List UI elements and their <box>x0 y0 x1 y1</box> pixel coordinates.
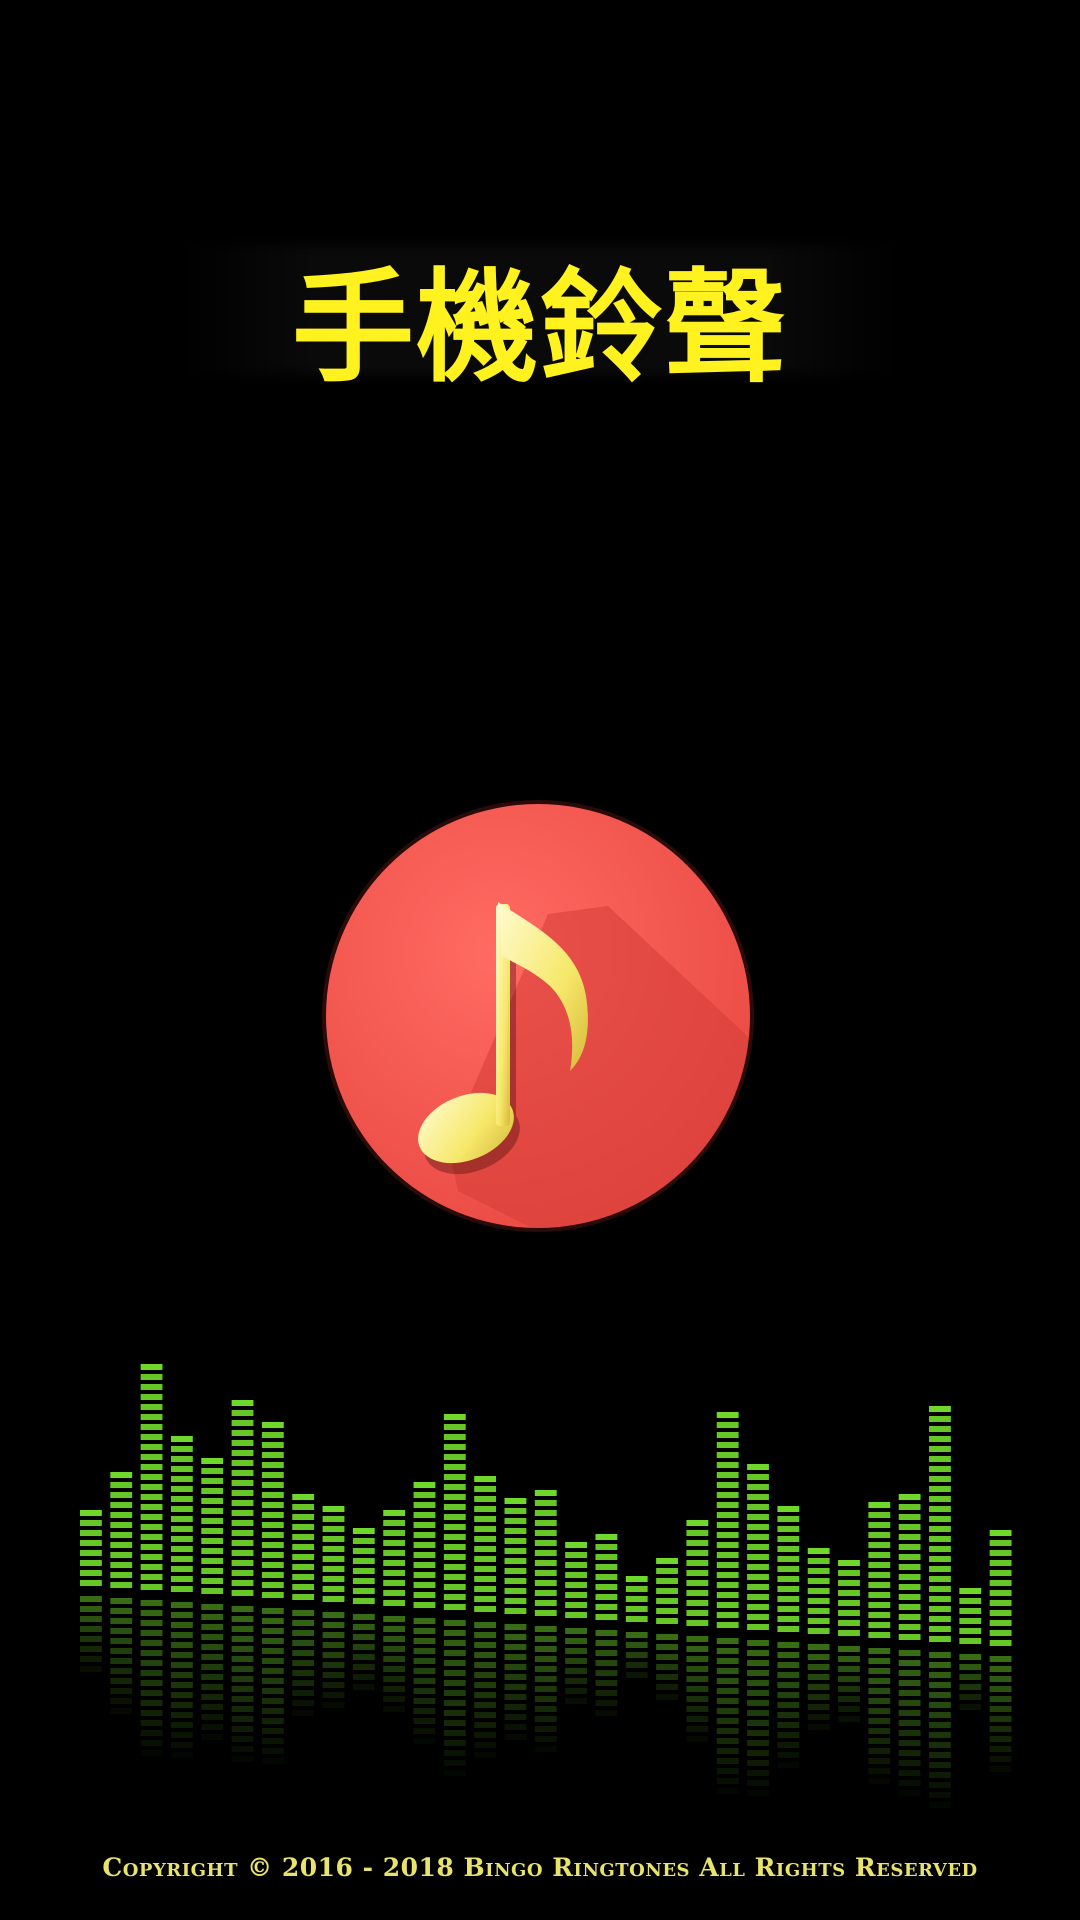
equalizer-bar-reflection <box>777 1642 800 1758</box>
equalizer-bar-reflection <box>747 1640 769 1786</box>
equalizer-bar <box>80 1510 102 1586</box>
equalizer-bar <box>443 1414 466 1610</box>
equalizer-bar-reflection <box>140 1600 163 1746</box>
equalizer-bar-reflection <box>807 1644 830 1730</box>
equalizer-bar <box>959 1588 982 1644</box>
equalizer-bar-reflection <box>504 1624 527 1740</box>
equalizer-bar-reflection <box>565 1628 587 1704</box>
equalizer-bar-reflection <box>352 1614 375 1690</box>
equalizer-bar <box>140 1364 163 1590</box>
equalizer-bars-icon <box>0 1340 1080 1860</box>
equalizer-bar-reflection <box>80 1596 102 1672</box>
equalizer-bar-reflection <box>868 1648 891 1774</box>
equalizer-bar <box>413 1482 436 1608</box>
equalizer-bar-reflection <box>383 1616 406 1712</box>
equalizer-bar-reflection <box>474 1622 497 1748</box>
equalizer-bar <box>352 1528 375 1604</box>
equalizer-bar-reflection <box>201 1604 224 1730</box>
equalizer-bar-reflection <box>929 1652 951 1798</box>
equalizer-bar <box>504 1498 527 1614</box>
equalizer-bar <box>838 1560 860 1636</box>
equalizer-bar <box>383 1510 406 1606</box>
equalizer-bar-reflection <box>170 1602 193 1748</box>
equalizer-bar <box>322 1506 345 1602</box>
equalizer-bar-reflection <box>838 1646 860 1722</box>
equalizer-bar <box>807 1548 830 1634</box>
equalizer-bar <box>686 1520 709 1626</box>
equalizer-bar <box>565 1542 587 1618</box>
equalizer-bar <box>261 1422 284 1598</box>
equalizer-bar-reflection <box>261 1608 284 1754</box>
equalizer-bar-reflection <box>898 1650 921 1786</box>
equalizer-bar <box>201 1458 224 1594</box>
equalizer-bar-reflection <box>959 1654 982 1710</box>
equalizer-bar <box>474 1476 497 1612</box>
equalizer-bar <box>747 1464 769 1630</box>
equalizer-bar-reflection <box>534 1626 557 1742</box>
equalizer-bar <box>170 1436 193 1592</box>
equalizer-bar-reflection <box>413 1618 436 1734</box>
equalizer-bar-reflection <box>625 1632 648 1678</box>
equalizer-bar <box>929 1406 951 1642</box>
equalizer-bar <box>716 1412 739 1628</box>
equalizer-bar <box>595 1534 618 1620</box>
equalizer-bar <box>777 1506 800 1632</box>
equalizer-bar <box>656 1558 678 1624</box>
equalizer-bar-reflection <box>110 1598 133 1714</box>
equalizer-bar <box>989 1530 1012 1646</box>
splash-screen: 手機鈴聲 Copyright © 2016 - 2018 Bingo Ringt… <box>0 0 1080 1920</box>
music-note-icon <box>318 796 758 1236</box>
equalizer-bar <box>534 1490 557 1616</box>
equalizer-bar-reflection <box>686 1636 709 1742</box>
equalizer-bar <box>625 1576 648 1622</box>
equalizer-bar-reflection <box>231 1606 254 1752</box>
equalizer-bar-reflection <box>656 1634 678 1700</box>
copyright-text: Copyright © 2016 - 2018 Bingo Ringtones … <box>102 1853 978 1882</box>
equalizer-bar-reflection <box>443 1620 466 1766</box>
equalizer-bar-reflection <box>989 1656 1012 1772</box>
equalizer-bar <box>868 1502 891 1638</box>
equalizer-bar <box>898 1494 921 1640</box>
app-title: 手機鈴聲 <box>292 257 788 399</box>
equalizer-bar <box>231 1400 254 1596</box>
equalizer-bar <box>110 1472 133 1588</box>
equalizer-bar-reflection <box>322 1612 345 1708</box>
equalizer-bar <box>292 1494 315 1600</box>
equalizer-bar-reflection <box>716 1638 739 1784</box>
equalizer-bar-reflection <box>595 1630 618 1716</box>
equalizer-bar-reflection <box>292 1610 315 1716</box>
